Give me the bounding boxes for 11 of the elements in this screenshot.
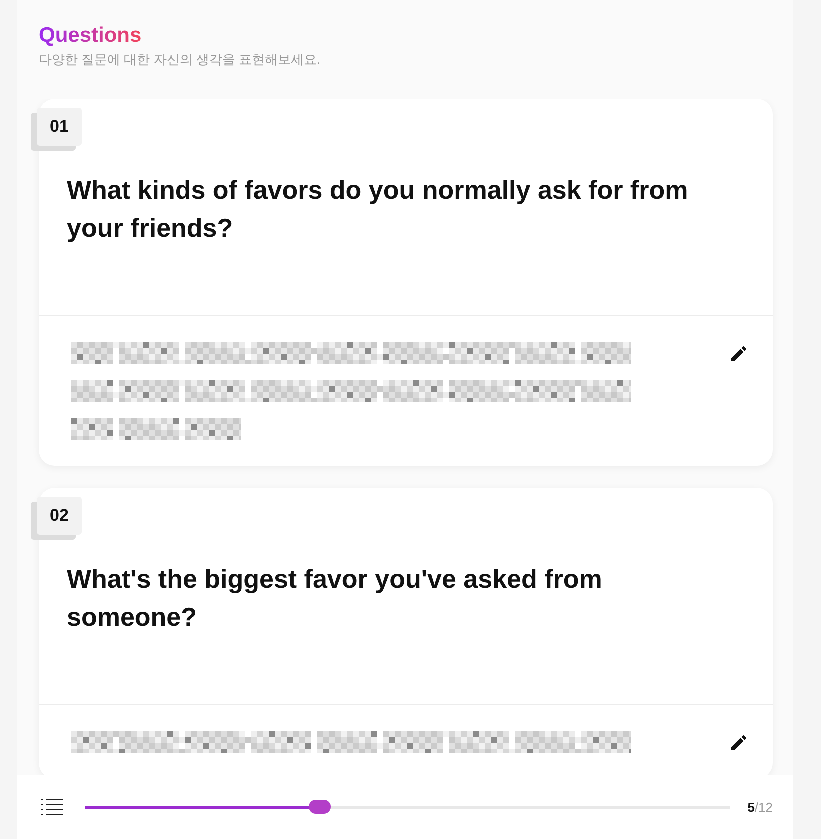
page-counter: 5/12 — [748, 800, 773, 814]
pencil-icon[interactable] — [729, 733, 749, 753]
question-number: 01 — [37, 108, 82, 146]
page-title: Questions — [39, 24, 142, 48]
slider-thumb[interactable] — [308, 800, 331, 814]
list-icon[interactable] — [41, 798, 63, 816]
pencil-icon[interactable] — [729, 344, 749, 364]
page-subtitle: 다양한 질문에 대한 자신의 생각을 표현해보세요. — [39, 51, 322, 69]
question-text: What's the biggest favor you've asked from someone? — [67, 563, 604, 634]
question-text: What kinds of favors do you normally ask for from your friends? — [67, 174, 690, 245]
question-number: 02 — [37, 497, 82, 535]
